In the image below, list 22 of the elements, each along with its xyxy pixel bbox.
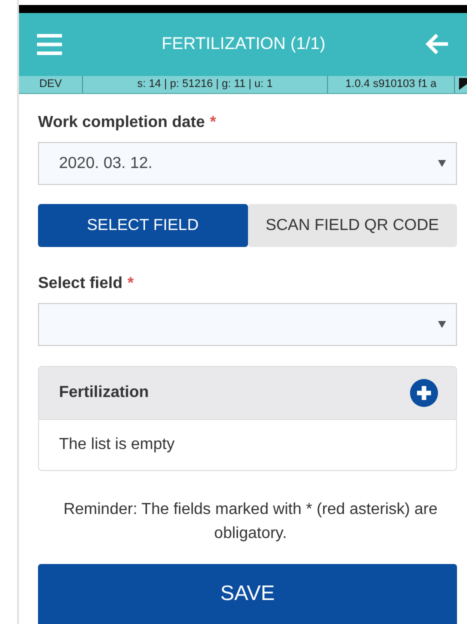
field-label: Work completion date * — [38, 114, 218, 132]
save-button[interactable]: SAVE — [38, 564, 457, 624]
dropdown-field[interactable] — [38, 303, 457, 346]
stats-text: s: 14 | p: 51216 | g: 11 | u: 1 — [83, 76, 328, 93]
required-asterisk: * — [127, 275, 134, 292]
required-asterisk: * — [210, 114, 216, 131]
env-label: DEV — [19, 76, 83, 93]
dropdown-field[interactable]: 2020. 03. 12. — [38, 142, 457, 185]
menu-icon[interactable] — [37, 34, 62, 55]
back-arrow-icon[interactable] — [424, 33, 449, 56]
mode-tab[interactable]: SCAN FIELD QR CODE — [248, 204, 457, 247]
version-text: 1.0.4 s910103 f1 a — [328, 76, 455, 93]
reminder-text: Reminder: The fields marked with * (red asterisk) are obligatory. — [62, 500, 439, 544]
dropdown-caret-icon — [438, 160, 446, 167]
empty-list-text: The list is empty — [58, 435, 176, 455]
field-label: Select field * — [38, 275, 135, 293]
status-icon — [459, 78, 467, 90]
add-icon[interactable] — [410, 379, 438, 407]
panel-title: Fertilization — [59, 384, 149, 402]
dropdown-caret-icon — [438, 321, 446, 328]
screen-title: FERTILIZATION (1/1) — [162, 34, 326, 54]
mode-tab[interactable]: SELECT FIELD — [38, 204, 248, 247]
